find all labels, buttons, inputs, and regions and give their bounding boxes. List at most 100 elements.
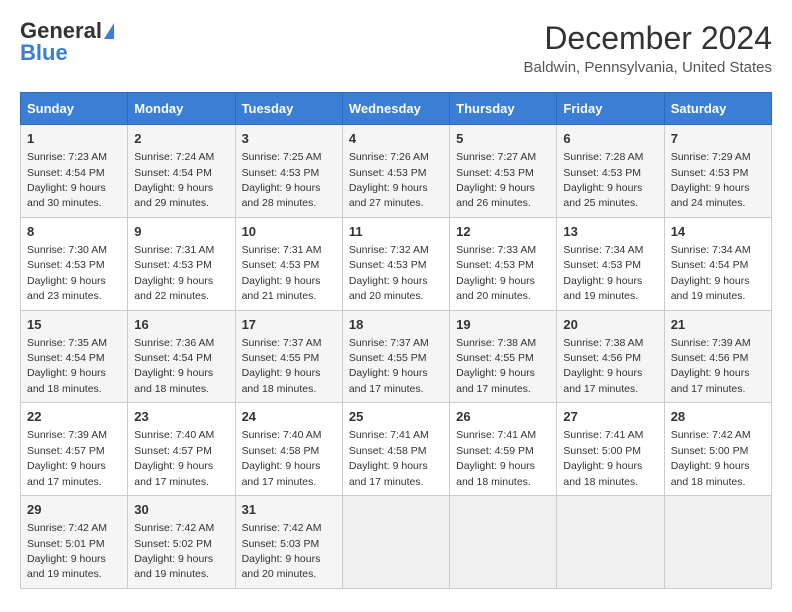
- calendar-cell: 17 Sunrise: 7:37 AM Sunset: 4:55 PM Dayl…: [235, 310, 342, 403]
- calendar-cell: 8 Sunrise: 7:30 AM Sunset: 4:53 PM Dayli…: [21, 217, 128, 310]
- calendar-cell: 15 Sunrise: 7:35 AM Sunset: 4:54 PM Dayl…: [21, 310, 128, 403]
- day-number: 4: [349, 130, 443, 148]
- day-daylight: Daylight: 9 hours and 20 minutes.: [242, 553, 321, 580]
- day-sunrise: Sunrise: 7:34 AM: [563, 244, 643, 256]
- day-sunrise: Sunrise: 7:29 AM: [671, 151, 751, 163]
- day-sunset: Sunset: 5:02 PM: [134, 538, 212, 550]
- calendar-cell: [664, 496, 771, 589]
- day-number: 30: [134, 501, 228, 519]
- day-daylight: Daylight: 9 hours and 17 minutes.: [671, 367, 750, 394]
- day-daylight: Daylight: 9 hours and 19 minutes.: [134, 553, 213, 580]
- day-daylight: Daylight: 9 hours and 29 minutes.: [134, 182, 213, 209]
- calendar-cell: 11 Sunrise: 7:32 AM Sunset: 4:53 PM Dayl…: [342, 217, 449, 310]
- day-sunrise: Sunrise: 7:39 AM: [671, 337, 751, 349]
- day-sunset: Sunset: 4:57 PM: [134, 445, 212, 457]
- calendar-table: SundayMondayTuesdayWednesdayThursdayFrid…: [20, 92, 772, 589]
- day-sunset: Sunset: 4:55 PM: [242, 352, 320, 364]
- day-sunset: Sunset: 4:53 PM: [456, 259, 534, 271]
- day-daylight: Daylight: 9 hours and 19 minutes.: [27, 553, 106, 580]
- calendar-cell: 4 Sunrise: 7:26 AM Sunset: 4:53 PM Dayli…: [342, 125, 449, 218]
- day-number: 5: [456, 130, 550, 148]
- day-sunrise: Sunrise: 7:39 AM: [27, 429, 107, 441]
- day-sunrise: Sunrise: 7:23 AM: [27, 151, 107, 163]
- day-sunrise: Sunrise: 7:28 AM: [563, 151, 643, 163]
- day-sunset: Sunset: 4:54 PM: [27, 167, 105, 179]
- day-sunrise: Sunrise: 7:42 AM: [134, 522, 214, 534]
- day-sunset: Sunset: 4:54 PM: [134, 167, 212, 179]
- calendar-cell: 22 Sunrise: 7:39 AM Sunset: 4:57 PM Dayl…: [21, 403, 128, 496]
- day-number: 19: [456, 316, 550, 334]
- day-daylight: Daylight: 9 hours and 20 minutes.: [349, 275, 428, 302]
- calendar-cell: 31 Sunrise: 7:42 AM Sunset: 5:03 PM Dayl…: [235, 496, 342, 589]
- day-sunset: Sunset: 4:53 PM: [242, 167, 320, 179]
- day-daylight: Daylight: 9 hours and 17 minutes.: [134, 460, 213, 487]
- header-tuesday: Tuesday: [235, 93, 342, 125]
- logo-triangle-icon: [104, 23, 114, 39]
- calendar-week-3: 15 Sunrise: 7:35 AM Sunset: 4:54 PM Dayl…: [21, 310, 772, 403]
- calendar-cell: 18 Sunrise: 7:37 AM Sunset: 4:55 PM Dayl…: [342, 310, 449, 403]
- calendar-cell: [450, 496, 557, 589]
- calendar-cell: 28 Sunrise: 7:42 AM Sunset: 5:00 PM Dayl…: [664, 403, 771, 496]
- day-daylight: Daylight: 9 hours and 28 minutes.: [242, 182, 321, 209]
- day-number: 18: [349, 316, 443, 334]
- day-daylight: Daylight: 9 hours and 18 minutes.: [134, 367, 213, 394]
- day-sunrise: Sunrise: 7:37 AM: [349, 337, 429, 349]
- day-daylight: Daylight: 9 hours and 19 minutes.: [563, 275, 642, 302]
- day-number: 8: [27, 223, 121, 241]
- calendar-cell: 27 Sunrise: 7:41 AM Sunset: 5:00 PM Dayl…: [557, 403, 664, 496]
- title-area: December 2024 Baldwin, Pennsylvania, Uni…: [524, 20, 772, 76]
- day-number: 13: [563, 223, 657, 241]
- day-daylight: Daylight: 9 hours and 17 minutes.: [349, 460, 428, 487]
- day-sunset: Sunset: 4:54 PM: [671, 259, 749, 271]
- day-number: 16: [134, 316, 228, 334]
- day-number: 7: [671, 130, 765, 148]
- header-wednesday: Wednesday: [342, 93, 449, 125]
- day-sunset: Sunset: 4:53 PM: [27, 259, 105, 271]
- calendar-cell: 26 Sunrise: 7:41 AM Sunset: 4:59 PM Dayl…: [450, 403, 557, 496]
- day-number: 10: [242, 223, 336, 241]
- calendar-cell: 29 Sunrise: 7:42 AM Sunset: 5:01 PM Dayl…: [21, 496, 128, 589]
- day-sunset: Sunset: 4:56 PM: [671, 352, 749, 364]
- logo-general: General: [20, 20, 102, 42]
- day-sunset: Sunset: 4:53 PM: [349, 167, 427, 179]
- day-sunrise: Sunrise: 7:42 AM: [242, 522, 322, 534]
- day-number: 23: [134, 408, 228, 426]
- day-sunset: Sunset: 5:03 PM: [242, 538, 320, 550]
- calendar-cell: 23 Sunrise: 7:40 AM Sunset: 4:57 PM Dayl…: [128, 403, 235, 496]
- day-daylight: Daylight: 9 hours and 18 minutes.: [242, 367, 321, 394]
- day-sunrise: Sunrise: 7:27 AM: [456, 151, 536, 163]
- calendar-cell: 6 Sunrise: 7:28 AM Sunset: 4:53 PM Dayli…: [557, 125, 664, 218]
- calendar-week-1: 1 Sunrise: 7:23 AM Sunset: 4:54 PM Dayli…: [21, 125, 772, 218]
- day-sunset: Sunset: 4:55 PM: [349, 352, 427, 364]
- calendar-cell: 20 Sunrise: 7:38 AM Sunset: 4:56 PM Dayl…: [557, 310, 664, 403]
- day-daylight: Daylight: 9 hours and 22 minutes.: [134, 275, 213, 302]
- day-sunset: Sunset: 4:53 PM: [456, 167, 534, 179]
- day-number: 2: [134, 130, 228, 148]
- day-number: 31: [242, 501, 336, 519]
- day-sunset: Sunset: 4:56 PM: [563, 352, 641, 364]
- day-sunrise: Sunrise: 7:38 AM: [456, 337, 536, 349]
- calendar-cell: 12 Sunrise: 7:33 AM Sunset: 4:53 PM Dayl…: [450, 217, 557, 310]
- day-daylight: Daylight: 9 hours and 18 minutes.: [27, 367, 106, 394]
- day-sunrise: Sunrise: 7:35 AM: [27, 337, 107, 349]
- day-sunset: Sunset: 5:00 PM: [671, 445, 749, 457]
- day-sunrise: Sunrise: 7:40 AM: [134, 429, 214, 441]
- day-daylight: Daylight: 9 hours and 17 minutes.: [242, 460, 321, 487]
- day-sunset: Sunset: 4:53 PM: [349, 259, 427, 271]
- day-sunrise: Sunrise: 7:36 AM: [134, 337, 214, 349]
- day-sunrise: Sunrise: 7:31 AM: [134, 244, 214, 256]
- calendar-cell: 16 Sunrise: 7:36 AM Sunset: 4:54 PM Dayl…: [128, 310, 235, 403]
- day-number: 9: [134, 223, 228, 241]
- calendar-cell: 24 Sunrise: 7:40 AM Sunset: 4:58 PM Dayl…: [235, 403, 342, 496]
- day-daylight: Daylight: 9 hours and 21 minutes.: [242, 275, 321, 302]
- day-number: 27: [563, 408, 657, 426]
- day-number: 21: [671, 316, 765, 334]
- day-sunset: Sunset: 4:53 PM: [563, 259, 641, 271]
- day-sunrise: Sunrise: 7:41 AM: [349, 429, 429, 441]
- day-sunset: Sunset: 4:54 PM: [134, 352, 212, 364]
- day-sunset: Sunset: 4:58 PM: [349, 445, 427, 457]
- day-daylight: Daylight: 9 hours and 17 minutes.: [456, 367, 535, 394]
- day-sunrise: Sunrise: 7:38 AM: [563, 337, 643, 349]
- day-sunrise: Sunrise: 7:40 AM: [242, 429, 322, 441]
- day-sunset: Sunset: 4:53 PM: [671, 167, 749, 179]
